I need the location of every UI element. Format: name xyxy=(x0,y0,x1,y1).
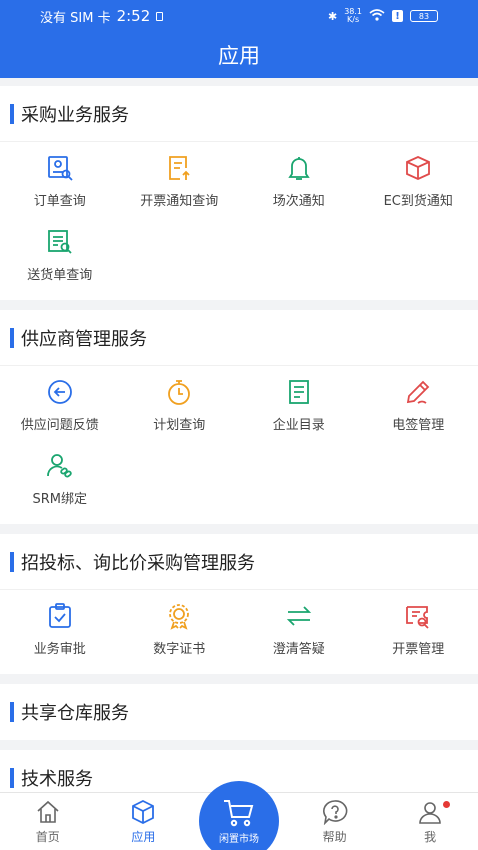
user-link-icon xyxy=(46,453,72,477)
section-header: 供应商管理服务 xyxy=(0,310,478,366)
section-bidding: 招投标、询比价采购管理服务 业务审批 数字证书 澄清答疑 开票管理 xyxy=(0,534,478,674)
section-header: 采购业务服务 xyxy=(0,86,478,142)
app-ec-arrival[interactable]: EC到货通知 xyxy=(359,144,478,218)
app-business-approval[interactable]: 业务审批 xyxy=(0,592,120,666)
app-invoice-manage[interactable]: 开票管理 xyxy=(359,592,478,666)
section-accent-bar xyxy=(10,327,14,348)
tab-home[interactable]: 首页 xyxy=(0,793,96,850)
wifi-icon xyxy=(369,8,385,24)
app-supply-feedback[interactable]: 供应问题反馈 xyxy=(0,368,120,442)
section-supplier: 供应商管理服务 供应问题反馈 计划查询 企业目录 电签管理 SRM绑定 xyxy=(0,310,478,524)
item-label: 澄清答疑 xyxy=(272,641,325,657)
invoice-notice-icon xyxy=(169,155,190,180)
cube-icon xyxy=(132,799,155,824)
order-search-icon xyxy=(47,155,73,181)
pen-icon xyxy=(407,380,430,404)
cart-icon xyxy=(224,799,254,826)
timer-icon xyxy=(168,379,191,405)
status-bar: 没有 SIM 卡 2:52 ✱ 38.1 K/s ! 83 xyxy=(0,0,478,32)
section-accent-bar xyxy=(10,551,14,572)
app-invoice-notice[interactable]: 开票通知查询 xyxy=(120,144,240,218)
tab-me[interactable]: 我 xyxy=(382,793,478,850)
swap-arrows-icon xyxy=(286,605,311,626)
app-company-directory[interactable]: 企业目录 xyxy=(239,368,359,442)
ticket-search-icon xyxy=(406,605,429,629)
box-icon xyxy=(406,155,431,180)
center-button-label: 闲置市场 xyxy=(219,833,259,845)
bell-icon xyxy=(288,156,310,180)
item-label: 订单查询 xyxy=(33,193,86,209)
tab-label: 应用 xyxy=(131,829,156,844)
app-esign-manage[interactable]: 电签管理 xyxy=(359,368,478,442)
item-label: EC到货通知 xyxy=(383,193,453,209)
section-accent-bar xyxy=(10,767,14,788)
battery-icon: 83 xyxy=(410,10,438,22)
main-content[interactable]: 采购业务服务 订单查询 开票通知查询 场次通知 EC到货通知 送货单查询 供应商… xyxy=(0,86,478,850)
item-label: 供应问题反馈 xyxy=(20,417,99,433)
clipboard-check-icon xyxy=(48,602,71,628)
page-title: 应用 xyxy=(218,44,260,68)
item-label: 数字证书 xyxy=(153,641,206,657)
app-digital-cert[interactable]: 数字证书 xyxy=(120,592,240,666)
app-srm-bind[interactable]: SRM绑定 xyxy=(0,442,120,516)
tab-label: 帮助 xyxy=(322,829,347,844)
delivery-doc-icon xyxy=(47,229,72,254)
net-speed: 38.1 K/s xyxy=(344,7,362,24)
home-icon xyxy=(37,800,59,823)
section-title: 共享仓库服务 xyxy=(21,703,129,724)
item-label: 场次通知 xyxy=(272,193,325,209)
person-icon xyxy=(419,801,441,824)
tab-label: 我 xyxy=(424,829,437,844)
alert-icon: ! xyxy=(392,10,403,22)
item-label: SRM绑定 xyxy=(32,491,87,507)
app-header: 应用 xyxy=(0,32,478,78)
item-label: 送货单查询 xyxy=(27,267,93,283)
clock: 2:52 xyxy=(116,7,151,25)
section-title: 招投标、询比价采购管理服务 xyxy=(21,552,255,574)
item-label: 企业目录 xyxy=(272,417,325,433)
section-title: 采购业务服务 xyxy=(21,104,129,126)
section-title: 供应商管理服务 xyxy=(21,328,147,350)
item-label: 业务审批 xyxy=(33,641,86,657)
carrier-text: 没有 SIM 卡 xyxy=(40,10,111,26)
document-list-icon xyxy=(288,379,309,404)
tab-help[interactable]: 帮助 xyxy=(287,793,383,850)
bluetooth-icon: ✱ xyxy=(327,9,338,23)
app-order-search[interactable]: 订单查询 xyxy=(0,144,120,218)
item-label: 电签管理 xyxy=(392,417,445,433)
back-arrow-circle-icon xyxy=(47,379,72,404)
section-accent-bar xyxy=(10,702,14,722)
help-icon xyxy=(322,799,347,825)
notification-dot xyxy=(442,801,450,808)
app-clarify-qa[interactable]: 澄清答疑 xyxy=(239,592,359,666)
section-header: 招投标、询比价采购管理服务 xyxy=(0,534,478,590)
section-header: 共享仓库服务 xyxy=(0,684,478,740)
tab-label: 首页 xyxy=(35,829,60,844)
section-procurement: 采购业务服务 订单查询 开票通知查询 场次通知 EC到货通知 送货单查询 xyxy=(0,86,478,300)
section-title: 技术服务 xyxy=(21,768,93,790)
app-delivery-search[interactable]: 送货单查询 xyxy=(0,218,120,292)
item-label: 开票管理 xyxy=(392,641,445,657)
sim-icon xyxy=(156,11,164,21)
item-label: 开票通知查询 xyxy=(140,193,219,209)
certificate-icon xyxy=(169,603,190,630)
section-shared-warehouse[interactable]: 共享仓库服务 xyxy=(0,684,478,740)
item-label: 计划查询 xyxy=(153,417,206,433)
app-session-notice[interactable]: 场次通知 xyxy=(239,144,359,218)
section-accent-bar xyxy=(10,103,14,124)
tab-apps[interactable]: 应用 xyxy=(96,793,192,850)
app-plan-search[interactable]: 计划查询 xyxy=(120,368,240,442)
